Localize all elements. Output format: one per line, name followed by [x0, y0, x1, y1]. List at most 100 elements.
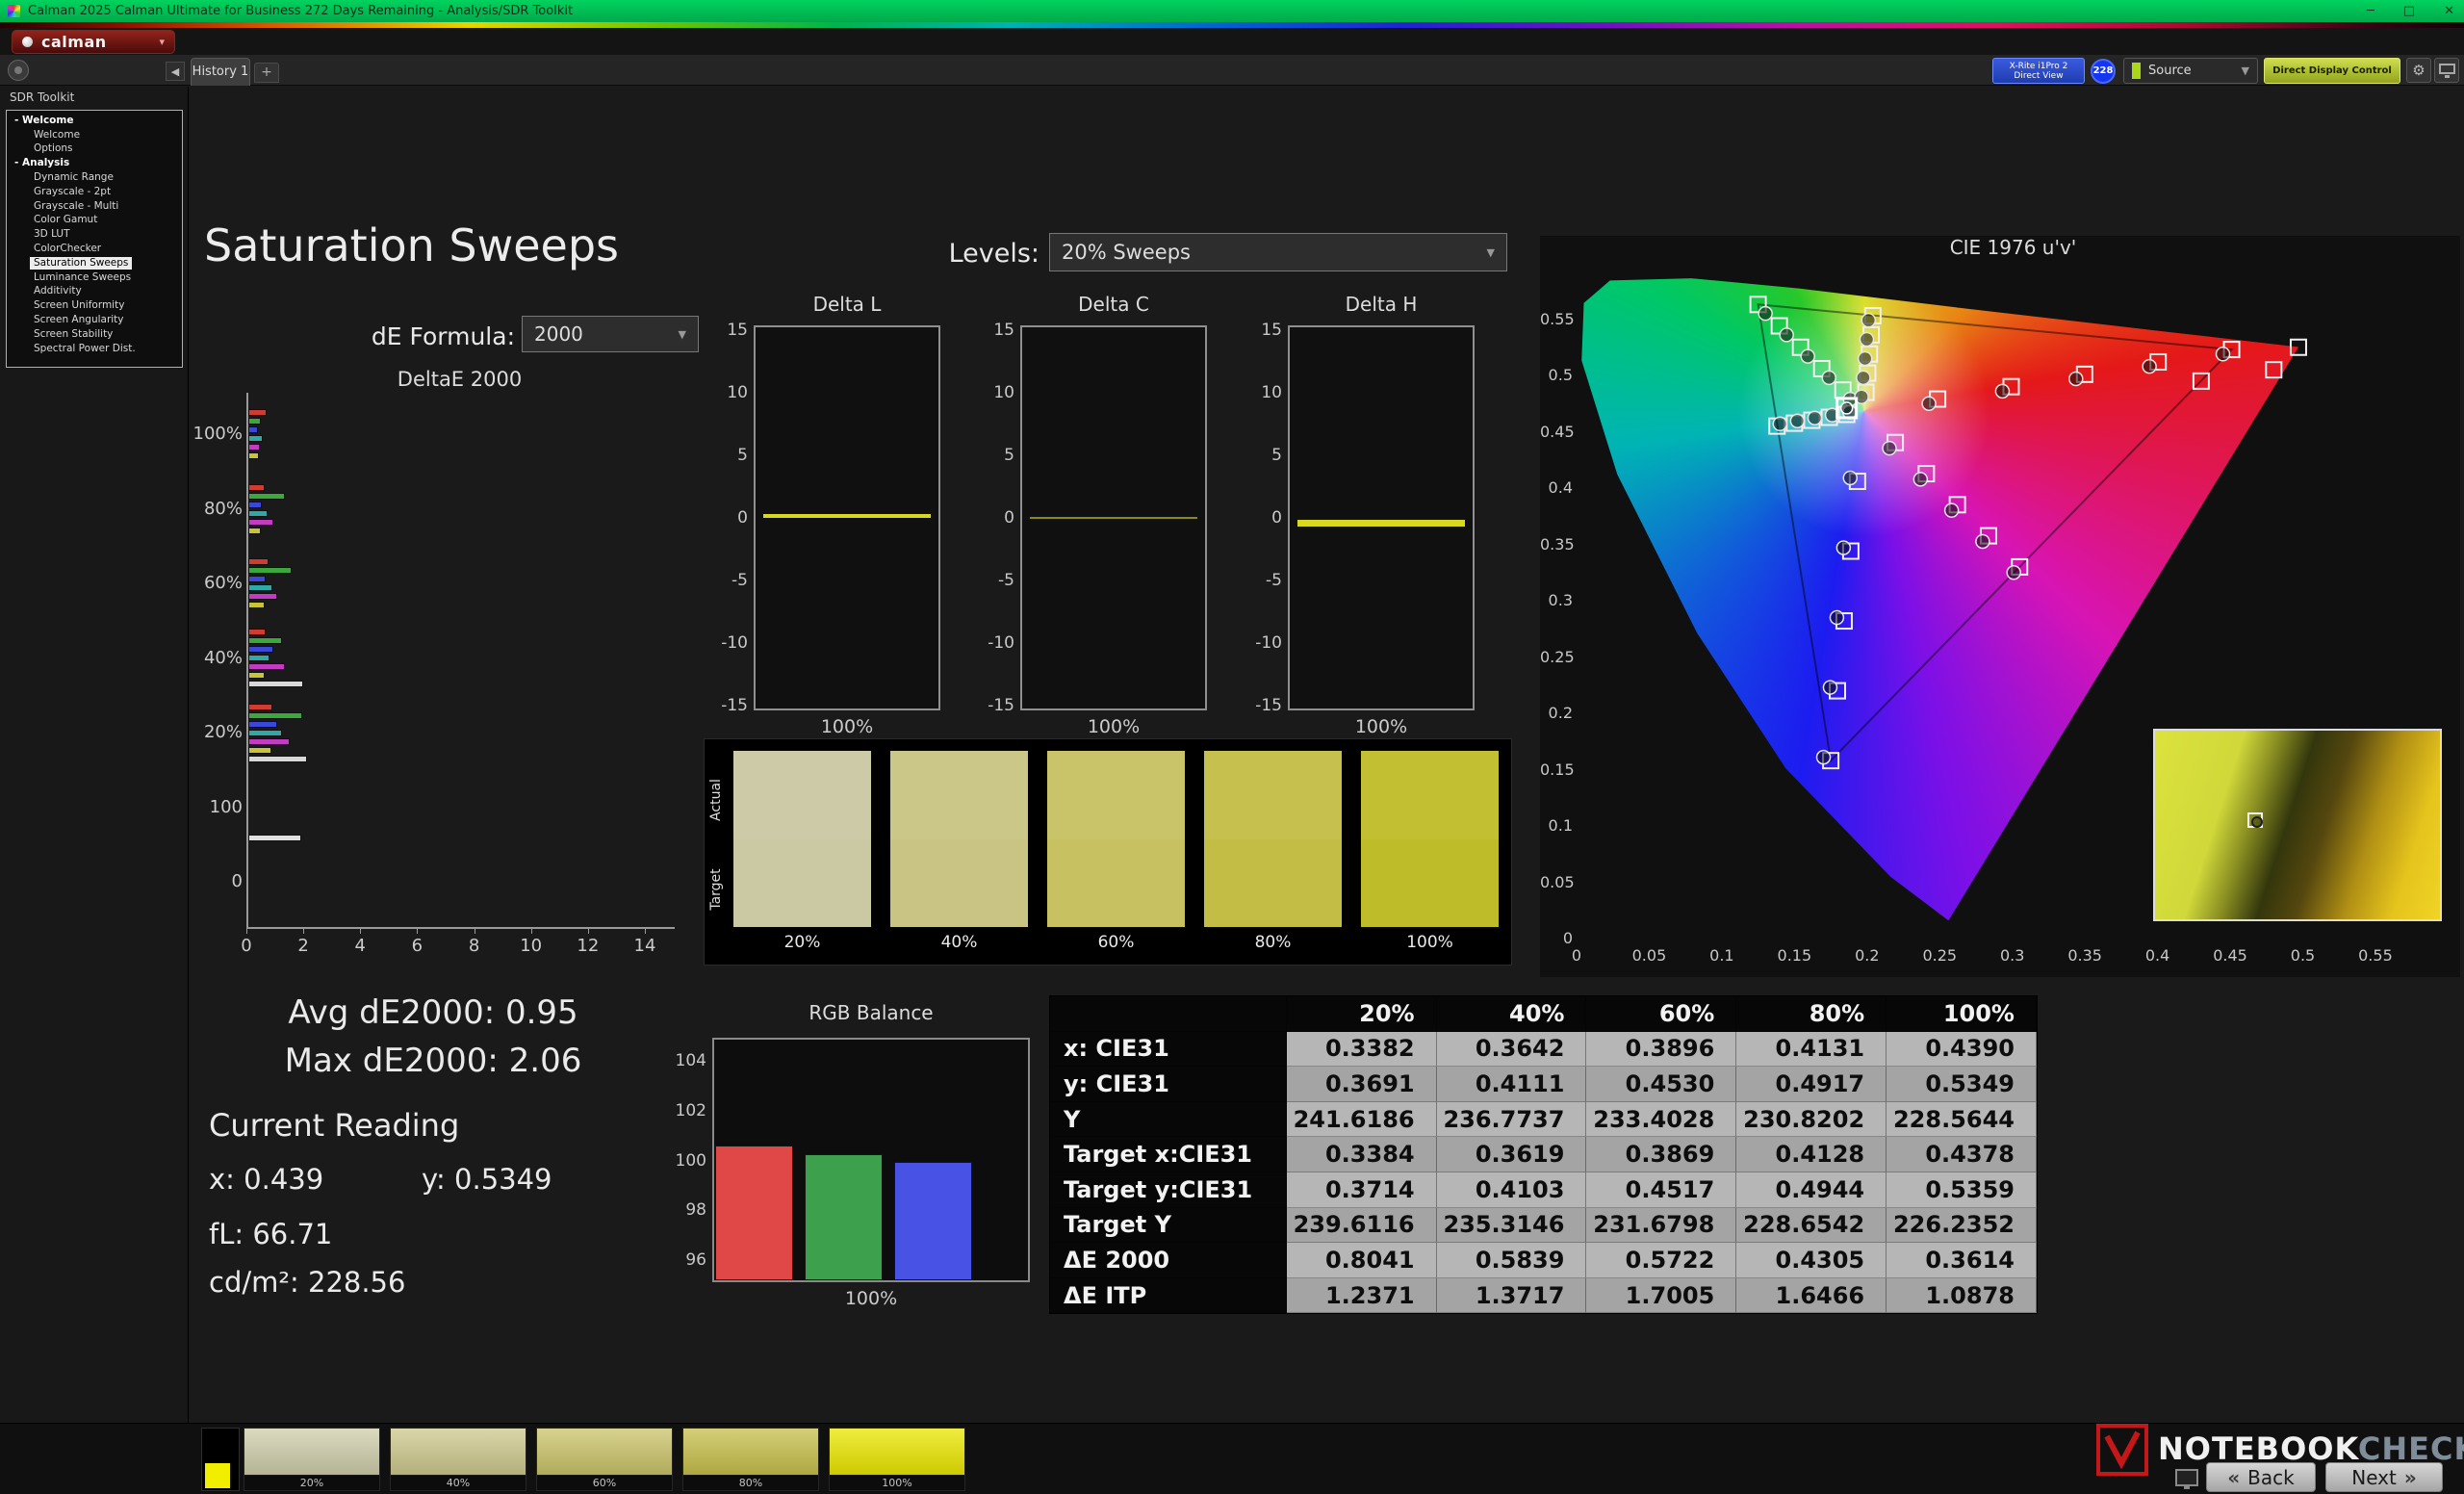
- sidebar-item-saturation-sweeps[interactable]: Saturation Sweeps: [7, 256, 182, 270]
- cie-y-tick-label: 0.35: [1540, 534, 1575, 554]
- thumbnail-graphic: [683, 1429, 818, 1476]
- current-reading-y: y: 0.5349: [422, 1163, 552, 1196]
- thumbnail-20[interactable]: 20%: [244, 1428, 380, 1491]
- delta-c-title: Delta C: [1078, 293, 1149, 316]
- rgb-bar-blue: [894, 1161, 972, 1280]
- deltae-x-tick: [644, 929, 646, 934]
- add-tab-button[interactable]: +: [254, 63, 279, 83]
- de-formula-select[interactable]: 2000 ▼: [522, 316, 699, 352]
- sidebar-item-dynamic-range[interactable]: Dynamic Range: [7, 170, 182, 185]
- thumbnail-label: 80%: [738, 1477, 763, 1489]
- table-value-cell: 0.3619: [1436, 1137, 1587, 1172]
- cie-measured-circle-green: [1758, 305, 1773, 322]
- table-value-cell: 0.5359: [1886, 1172, 2037, 1208]
- sidebar-item-colorchecker[interactable]: ColorChecker: [7, 242, 182, 256]
- back-button[interactable]: « Back: [2206, 1462, 2316, 1492]
- cie-x-tick-label: 0.1: [1709, 946, 1734, 965]
- deltae-bar: [248, 483, 266, 491]
- deltae-bar: [248, 646, 274, 653]
- cie-measured-circle-cyan: [1772, 416, 1788, 432]
- cie-measured-circle-yellow: [1859, 331, 1875, 348]
- levels-select[interactable]: 20% Sweeps ▼: [1049, 233, 1507, 271]
- tab-history-1[interactable]: History 1: [191, 58, 250, 86]
- sidebar-item-options[interactable]: Options: [7, 142, 182, 157]
- minimize-button[interactable]: ─: [2367, 4, 2374, 18]
- meter-button[interactable]: X-Rite i1Pro 2 Direct View: [1992, 58, 2085, 84]
- deltae-bar: [248, 672, 266, 679]
- deltae-bar: [248, 637, 282, 644]
- delta-y-tick-label: 5: [1271, 446, 1282, 465]
- cie-x-tick-label: 0.4: [2144, 946, 2170, 965]
- pattern-preview-tile[interactable]: [201, 1428, 240, 1491]
- cie-y-tick-label: 0.2: [1548, 704, 1573, 722]
- sidebar-item-3d-lut[interactable]: 3D LUT: [7, 227, 182, 242]
- sidebar-item-analysis[interactable]: - Analysis: [7, 156, 182, 170]
- sidebar-item-color-gamut[interactable]: Color Gamut: [7, 214, 182, 228]
- thumbnail-100[interactable]: 100%: [829, 1428, 965, 1491]
- thumbnail-60[interactable]: 60%: [536, 1428, 673, 1491]
- close-button[interactable]: ✕: [2444, 4, 2454, 18]
- meter-line1: X-Rite i1Pro 2: [2009, 62, 2068, 71]
- next-button[interactable]: Next »: [2325, 1462, 2443, 1492]
- deltae-x-tick: [587, 929, 589, 934]
- sidebar-item-grayscale-2pt[interactable]: Grayscale - 2pt: [7, 185, 182, 199]
- rgb-bar-red: [715, 1145, 793, 1280]
- tab-scroll-left-button[interactable]: ◀: [166, 62, 185, 81]
- sidebar-item-welcome[interactable]: - Welcome: [7, 114, 182, 128]
- sidebar-item-screen-uniformity[interactable]: Screen Uniformity: [7, 298, 182, 313]
- sidebar-item-welcome[interactable]: Welcome: [7, 128, 182, 142]
- deltae-x-tick-label: 8: [468, 936, 480, 956]
- calman-menu-button[interactable]: calman ▾: [12, 30, 175, 54]
- rgb-y-tick-label: 102: [675, 1100, 706, 1120]
- sidebar-item-screen-angularity[interactable]: Screen Angularity: [7, 313, 182, 327]
- pattern-color-icon: [205, 1463, 230, 1488]
- footer-monitor-icon[interactable]: [2175, 1469, 2198, 1489]
- de-formula-label: dE Formula:: [371, 322, 515, 350]
- deltae-x-tick-label: 2: [297, 936, 309, 956]
- cie-x-tick-label: 0.15: [1777, 946, 1812, 965]
- cie-y-tick-label: 0.5: [1548, 366, 1573, 384]
- delta-y-tick-label: -15: [988, 696, 1014, 715]
- cie-x-tick-label: 0.3: [1999, 946, 2025, 965]
- deltae-y-tick-label: 80%: [203, 498, 243, 519]
- cie-y-tick-label: 0.25: [1540, 647, 1575, 666]
- delta-y-tick-label: 5: [1004, 446, 1014, 465]
- deltae-bar: [248, 426, 258, 433]
- table-value-cell: 1.2371: [1286, 1277, 1437, 1314]
- cie-measured-circle-yellow: [1861, 312, 1877, 328]
- sidebar-item-grayscale-multi[interactable]: Grayscale - Multi: [7, 199, 182, 214]
- sidebar-item-spectral-power-dist[interactable]: Spectral Power Dist.: [7, 342, 182, 356]
- delta-y-tick-label: 0: [1271, 508, 1282, 528]
- settings-button[interactable]: ⚙: [2406, 58, 2431, 83]
- deltae-bar: [248, 737, 291, 745]
- display-control-button[interactable]: Direct Display Control: [2264, 58, 2400, 84]
- deltae-y-tick-label: 0: [231, 871, 243, 891]
- sidebar-tree: - Welcome Welcome Options - Analysis Dynamic…: [6, 110, 183, 368]
- cie-measured-circle-blue: [1815, 749, 1832, 765]
- display-button[interactable]: [2434, 58, 2459, 83]
- cie-measured-circle-red: [2215, 347, 2231, 362]
- maximize-button[interactable]: □: [2403, 4, 2415, 18]
- table-value-cell: 0.3642: [1436, 1031, 1587, 1068]
- table-row-label: Target x:CIE31: [1050, 1137, 1287, 1172]
- delta-data-line: [1030, 517, 1197, 519]
- thumbnail-40[interactable]: 40%: [390, 1428, 526, 1491]
- swatch-actual-half: [1361, 751, 1499, 839]
- swatch-40: [890, 751, 1028, 927]
- table-row-y: Y 241.6186 236.7737 233.4028 230.8202 228.564…: [1050, 1101, 2037, 1138]
- cie-x-tick-label: 0.45: [2213, 946, 2247, 965]
- cie-measured-circle-blue: [1822, 680, 1838, 695]
- sidebar-item-additivity[interactable]: Additivity: [7, 285, 182, 299]
- deltae-bar: [248, 755, 307, 762]
- table-value-cell: 0.4530: [1586, 1067, 1737, 1102]
- deltae-bar: [248, 593, 278, 600]
- thumbnail-label: 60%: [592, 1477, 617, 1489]
- table-row-target-y: Target Y 239.6116 235.3146 231.6798 228.6542…: [1050, 1207, 2037, 1244]
- source-select[interactable]: Source ▼: [2123, 58, 2258, 84]
- table-value-cell: 0.3714: [1286, 1172, 1437, 1208]
- sidebar-item-luminance-sweeps[interactable]: Luminance Sweeps: [7, 270, 182, 285]
- sidebar-item-screen-stability[interactable]: Screen Stability: [7, 327, 182, 342]
- delta-c-x-label: 100%: [1087, 716, 1141, 737]
- workspace-button[interactable]: [8, 60, 29, 81]
- thumbnail-80[interactable]: 80%: [682, 1428, 819, 1491]
